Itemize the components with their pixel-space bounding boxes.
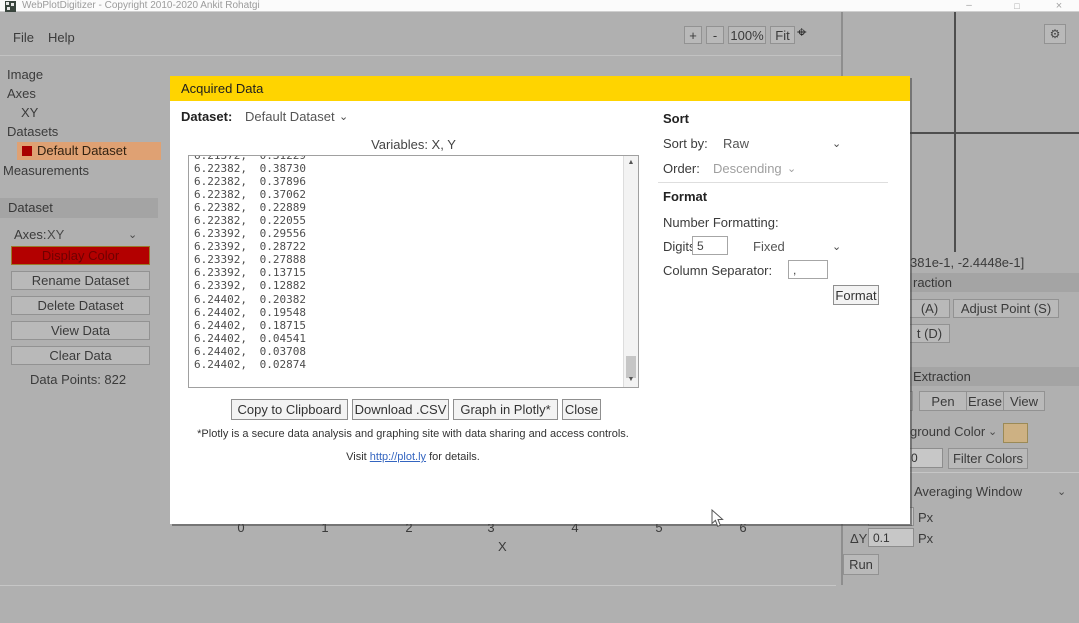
number-formatting-label: Number Formatting:	[663, 215, 779, 230]
column-separator-label: Column Separator:	[663, 263, 772, 278]
graph-in-plotly-button[interactable]: Graph in Plotly*	[453, 399, 558, 420]
automatic-extraction-header: Extraction	[910, 367, 1079, 386]
run-button[interactable]: Run	[843, 554, 879, 575]
algorithm-select-value[interactable]: Averaging Window	[914, 484, 1022, 499]
cursor-position-readout: 381e-1, -2.4448e-1]	[910, 255, 1024, 270]
sort-format-divider	[658, 182, 888, 183]
adjust-point-button[interactable]: Adjust Point (S)	[953, 299, 1059, 318]
zoom-level-button[interactable]: 100%	[728, 26, 766, 44]
color-swatch[interactable]	[1003, 423, 1028, 443]
modal-title-bar[interactable]: Acquired Data	[170, 76, 910, 101]
data-scrollbar[interactable]: ▲ ▼	[623, 156, 638, 387]
canvas-bottom-divider	[0, 585, 836, 586]
delta-y-label: ΔY	[850, 531, 867, 546]
minimize-icon[interactable]: –	[958, 0, 980, 12]
zoom-in-button[interactable]: +	[684, 26, 702, 44]
digits-input[interactable]	[692, 236, 728, 255]
dataset-marker-icon	[22, 146, 32, 156]
tree-item-datasets[interactable]: Datasets	[7, 124, 58, 139]
format-heading: Format	[663, 189, 707, 204]
tree-item-xy[interactable]: XY	[21, 105, 38, 120]
close-icon[interactable]: ×	[1048, 0, 1070, 12]
variables-label: Variables: X, Y	[188, 137, 639, 152]
modal-title: Acquired Data	[181, 81, 263, 96]
close-button[interactable]: Close	[562, 399, 601, 420]
tree-item-default-dataset[interactable]: Default Dataset	[17, 142, 161, 160]
data-values: 6.21372, 0.31229 6.22382, 0.38730 6.2238…	[189, 155, 638, 371]
delta-x-unit: Px	[918, 510, 933, 525]
maximize-icon[interactable]: □	[1006, 0, 1028, 12]
data-points-count: Data Points: 822	[30, 372, 126, 387]
sort-heading: Sort	[663, 111, 689, 126]
add-point-button[interactable]: (A)	[910, 299, 950, 318]
format-button[interactable]: Format	[833, 285, 879, 305]
order-chevron-icon[interactable]: ⌄	[787, 164, 796, 175]
column-separator-input[interactable]	[788, 260, 828, 279]
delete-point-button[interactable]: t (D)	[910, 324, 950, 343]
view-data-button[interactable]: View Data	[11, 321, 150, 340]
filter-colors-button[interactable]: Filter Colors	[948, 448, 1028, 469]
scroll-down-icon[interactable]: ▼	[624, 373, 638, 387]
order-label: Order:	[663, 161, 700, 176]
mask-pen-button[interactable]: Pen	[919, 391, 967, 411]
order-value[interactable]: Descending	[713, 161, 782, 176]
tree-item-default-dataset-label: Default Dataset	[37, 143, 127, 158]
menu-help[interactable]: Help	[48, 30, 75, 45]
menu-file[interactable]: File	[13, 30, 34, 45]
mask-erase-button[interactable]: Erase	[966, 391, 1004, 411]
download-csv-button[interactable]: Download .CSV	[352, 399, 449, 420]
scroll-up-icon[interactable]: ▲	[624, 156, 638, 170]
digits-mode-value[interactable]: Fixed	[753, 239, 785, 254]
algorithm-chevron-icon[interactable]: ⌄	[1057, 487, 1066, 498]
fit-button[interactable]: Fit	[770, 26, 795, 44]
mask-view-button[interactable]: View	[1003, 391, 1045, 411]
rename-dataset-button[interactable]: Rename Dataset	[11, 271, 150, 290]
sort-by-value[interactable]: Raw	[723, 136, 749, 151]
modal-dataset-chevron-icon[interactable]: ⌄	[339, 112, 348, 123]
plotly-link[interactable]: http://plot.ly	[370, 451, 426, 463]
plotly-footnote: *Plotly is a secure data analysis and gr…	[178, 428, 648, 440]
acquired-data-modal: Acquired Data Dataset: Default Dataset ⌄…	[170, 76, 910, 524]
gear-icon[interactable]: ⚙	[1044, 24, 1066, 44]
dataset-section-header: Dataset	[0, 198, 158, 218]
manual-extraction-header: raction	[910, 273, 1079, 292]
axes-select-value[interactable]: XY	[47, 227, 64, 242]
window-title: WebPlotDigitizer - Copyright 2010-2020 A…	[22, 0, 260, 12]
app-icon	[5, 1, 16, 12]
dataset-section-title: Dataset	[8, 200, 53, 215]
zoom-out-button[interactable]: -	[706, 26, 724, 44]
digits-mode-chevron-icon[interactable]: ⌄	[832, 242, 841, 253]
tree-item-axes[interactable]: Axes	[7, 86, 36, 101]
right-panel-divider	[910, 472, 1079, 473]
visit-suffix: for details.	[426, 451, 480, 463]
copy-to-clipboard-button[interactable]: Copy to Clipboard	[231, 399, 348, 420]
clear-data-button[interactable]: Clear Data	[11, 346, 150, 365]
visit-prefix: Visit	[346, 451, 370, 463]
color-mode-label[interactable]: ground Color	[910, 424, 985, 439]
sort-by-label: Sort by:	[663, 136, 708, 151]
delta-y-unit: Px	[918, 531, 933, 546]
tree-item-measurements[interactable]: Measurements	[3, 163, 89, 178]
data-textarea[interactable]: 6.21372, 0.31229 6.22382, 0.38730 6.2238…	[188, 155, 639, 388]
display-color-button[interactable]: Display Color	[11, 246, 150, 265]
x-axis-label: X	[498, 539, 507, 554]
window-title-bar: WebPlotDigitizer - Copyright 2010-2020 A…	[0, 0, 1079, 12]
modal-dataset-value[interactable]: Default Dataset	[245, 109, 335, 124]
menu-divider	[0, 55, 841, 56]
mouse-cursor	[711, 509, 724, 528]
axes-select-label: Axes:	[14, 227, 47, 242]
axes-select-chevron-icon[interactable]: ⌄	[128, 230, 137, 241]
modal-dataset-label: Dataset:	[181, 109, 232, 124]
color-mode-chevron-icon[interactable]: ⌄	[988, 427, 997, 438]
delta-y-input[interactable]	[868, 528, 914, 547]
pan-crosshair-icon[interactable]: ⌖	[797, 23, 807, 43]
sort-by-chevron-icon[interactable]: ⌄	[832, 139, 841, 150]
visit-line: Visit http://plot.ly for details.	[178, 451, 648, 463]
delete-dataset-button[interactable]: Delete Dataset	[11, 296, 150, 315]
tree-item-image[interactable]: Image	[7, 67, 43, 82]
